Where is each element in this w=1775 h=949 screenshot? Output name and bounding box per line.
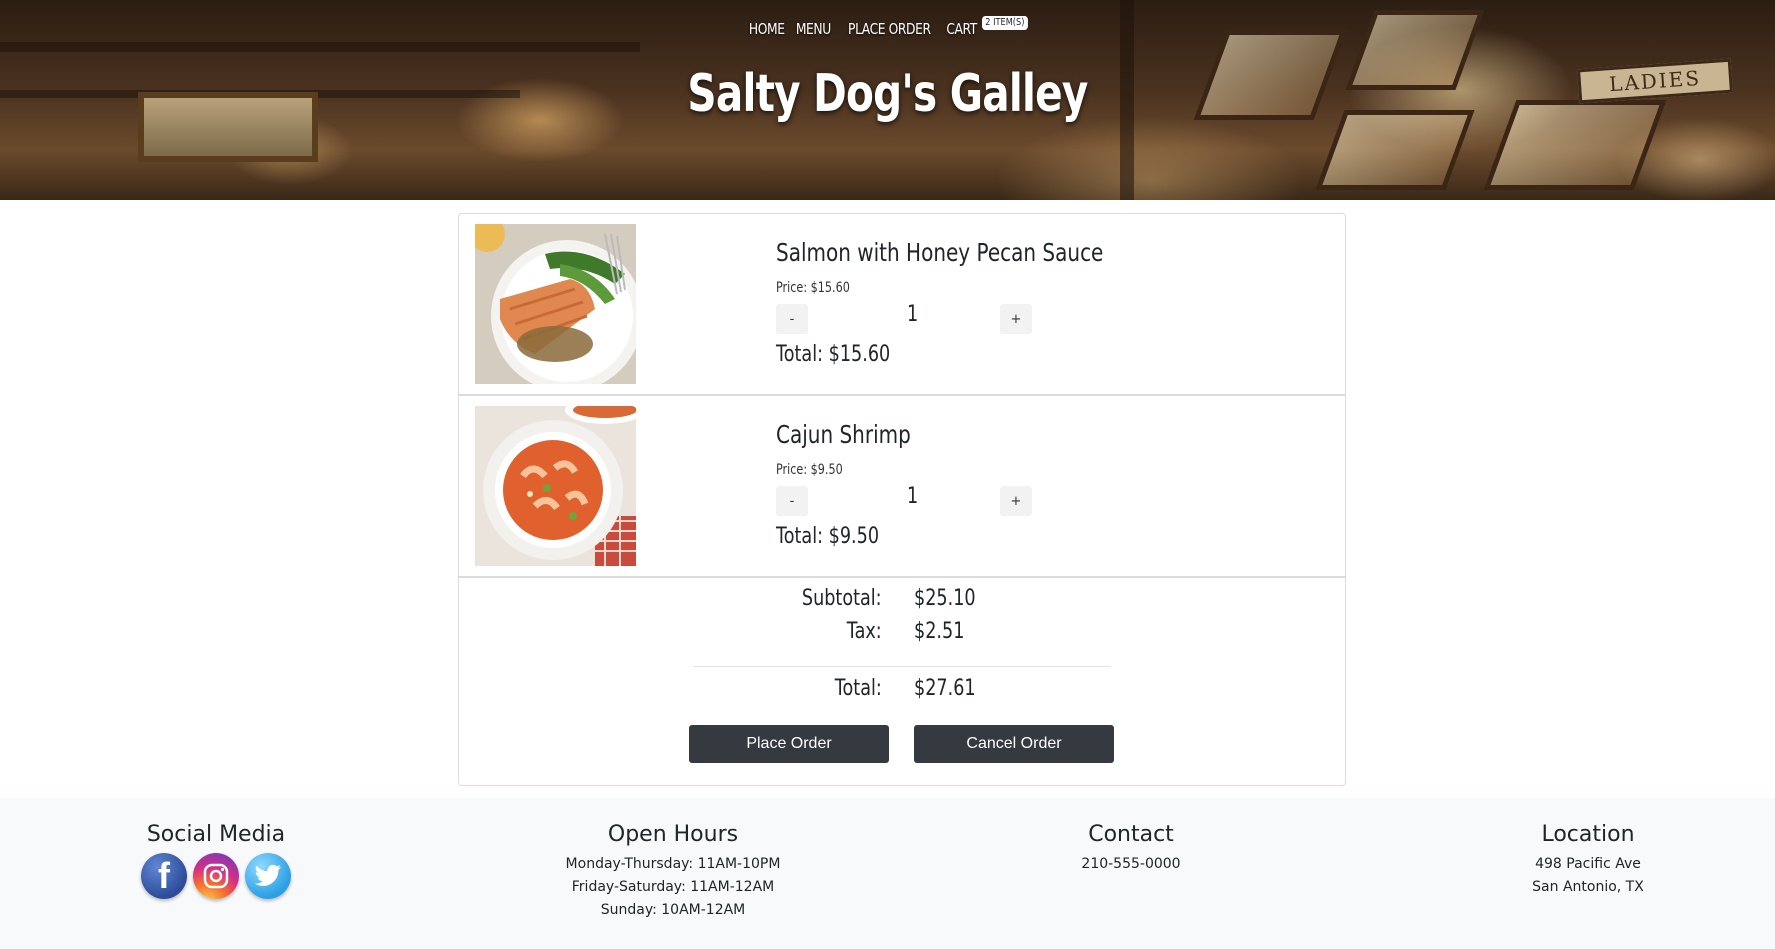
hours-line: Friday-Saturday: 11AM-12AM (571, 879, 775, 895)
item-name-text: Cajun Shrimp (776, 420, 911, 449)
location-heading: Location (1541, 822, 1635, 847)
item-price: Price: $15.60 (776, 280, 868, 296)
footer-social-column: Social Media f (66, 822, 366, 899)
ceiling-beam (0, 42, 640, 52)
salmon-dish-image (475, 224, 636, 384)
quantity-value-text: 1 (907, 484, 919, 509)
item-name: Salmon with Honey Pecan Sauce (776, 238, 1185, 267)
grand-total-label: Total: (672, 676, 882, 701)
cart-card: Salmon with Honey Pecan Sauce Price: $15… (458, 213, 1346, 786)
nav-menu-link[interactable]: MENU (796, 16, 831, 42)
subtotal-value: $25.10 (914, 586, 991, 611)
increase-quantity-button[interactable]: + (1000, 486, 1032, 516)
contact-heading: Contact (1088, 822, 1174, 847)
item-total: Total: $15.60 (776, 342, 919, 367)
cart-item-row: Cajun Shrimp Price: $9.50 - 1 + Total: $… (459, 396, 1345, 578)
item-name: Cajun Shrimp (776, 420, 945, 449)
increase-quantity-button[interactable]: + (1000, 304, 1032, 334)
cancel-order-button[interactable]: Cancel Order (914, 725, 1114, 763)
decrease-quantity-button[interactable]: - (776, 304, 808, 334)
item-price: Price: $9.50 (776, 462, 859, 478)
site-title-text: Salty Dog's Galley (687, 64, 1088, 124)
hours-line: Monday-Thursday: 11AM-10PM (565, 856, 781, 872)
cajun-shrimp-dish-image (475, 406, 636, 566)
item-total-text: Total: $9.50 (776, 524, 880, 549)
subtotal-label: Subtotal: (672, 586, 882, 611)
subtotal-value-text: $25.10 (914, 586, 976, 611)
decrease-quantity-button[interactable]: - (776, 486, 808, 516)
quantity-value: 1 (899, 302, 929, 327)
phone-number: 210-555-0000 (1081, 856, 1181, 872)
nav-place-order-link[interactable]: PLACE ORDER (848, 16, 931, 42)
place-order-button[interactable]: Place Order (689, 725, 889, 763)
social-media-heading: Social Media (146, 822, 286, 847)
twitter-icon[interactable] (245, 853, 291, 899)
address-line: San Antonio, TX (1532, 879, 1644, 895)
main-nav: HOME MENU PLACE ORDER CART 2 ITEM(S) (0, 16, 1775, 42)
footer-hours-column: Open Hours Monday-Thursday: 11AM-10PM Fr… (523, 822, 823, 922)
hero-header: LADIES HOME MENU PLACE ORDER CART 2 ITEM… (0, 0, 1775, 200)
item-price-text: Price: $15.60 (776, 280, 850, 296)
grand-total-value: $27.61 (914, 676, 991, 701)
instagram-icon[interactable] (193, 853, 239, 899)
summary-divider (693, 666, 1111, 667)
cart-item-row: Salmon with Honey Pecan Sauce Price: $15… (459, 214, 1345, 396)
item-name-text: Salmon with Honey Pecan Sauce (776, 238, 1104, 267)
footer-contact-column: Contact 210-555-0000 (981, 822, 1281, 876)
tax-value: $2.51 (914, 619, 977, 644)
facebook-icon[interactable]: f (141, 853, 187, 899)
social-icons: f (66, 853, 366, 899)
site-title: Salty Dog's Galley (0, 64, 1775, 124)
address-line: 498 Pacific Ave (1535, 856, 1641, 872)
item-total-text: Total: $15.60 (776, 342, 891, 367)
subtotal-label-text: Subtotal: (802, 586, 882, 611)
nav-cart-link[interactable]: CART (947, 16, 978, 42)
nav-cart[interactable]: CART 2 ITEM(S) (941, 16, 1032, 42)
grand-total-value-text: $27.61 (914, 676, 976, 701)
item-price-text: Price: $9.50 (776, 462, 843, 478)
quantity-value-text: 1 (907, 302, 919, 327)
grand-total-label-text: Total: (834, 676, 882, 701)
hours-line: Sunday: 10AM-12AM (600, 902, 746, 918)
open-hours-heading: Open Hours (607, 822, 739, 847)
nav-home-link[interactable]: HOME (749, 16, 785, 42)
tax-label: Tax: (672, 619, 882, 644)
quantity-value: 1 (899, 484, 929, 509)
tax-label-text: Tax: (847, 619, 882, 644)
site-footer: Social Media f Open Hours Monday-Thursda… (0, 798, 1775, 949)
footer-location-column: Location 498 Pacific Ave San Antonio, TX (1438, 822, 1738, 899)
cart-count-badge: 2 ITEM(S) (981, 16, 1028, 30)
item-total: Total: $9.50 (776, 524, 905, 549)
tax-value-text: $2.51 (914, 619, 965, 644)
